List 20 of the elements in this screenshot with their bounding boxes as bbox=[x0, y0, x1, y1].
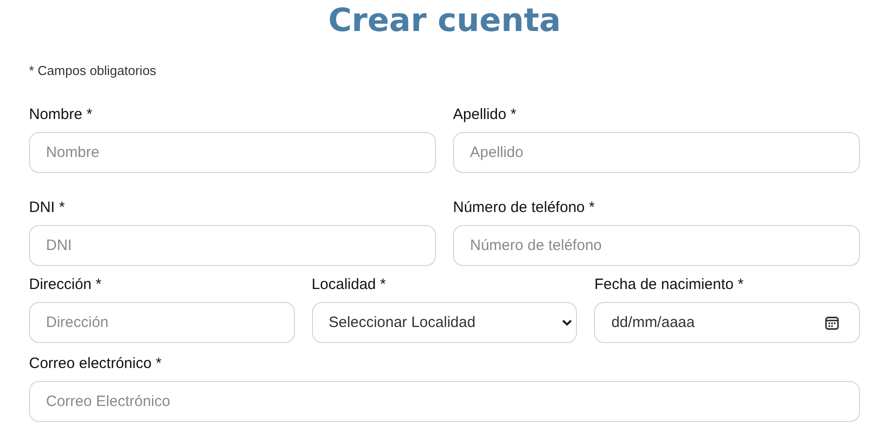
input-field[interactable]: Número de teléfono bbox=[453, 225, 860, 266]
field-label: Número de teléfono * bbox=[453, 199, 596, 217]
field-label: Fecha de nacimiento * bbox=[594, 276, 745, 294]
field-label: DNI * bbox=[29, 199, 66, 217]
input-field[interactable]: Correo Electrónico bbox=[29, 381, 860, 422]
caret-icon bbox=[562, 319, 572, 326]
field-label: Apellido * bbox=[453, 106, 518, 124]
date-field[interactable]: dd/mm/aaaa bbox=[594, 302, 860, 343]
page-title: Crear cuenta bbox=[327, 0, 562, 40]
required-note: * Campos obligatorios bbox=[29, 62, 158, 80]
dropdown[interactable]: Seleccionar Localidad bbox=[312, 302, 578, 343]
input-field[interactable]: DNI bbox=[29, 225, 436, 266]
input-field[interactable]: Apellido bbox=[453, 132, 860, 173]
calendar-icon[interactable] bbox=[825, 316, 840, 330]
field-label: Dirección * bbox=[29, 276, 103, 294]
field-label: Correo electrónico * bbox=[29, 355, 163, 373]
field-label: Localidad * bbox=[312, 276, 387, 294]
input-field[interactable]: Nombre bbox=[29, 132, 436, 173]
field-label: Nombre * bbox=[29, 106, 94, 124]
input-field[interactable]: Dirección bbox=[29, 302, 295, 343]
